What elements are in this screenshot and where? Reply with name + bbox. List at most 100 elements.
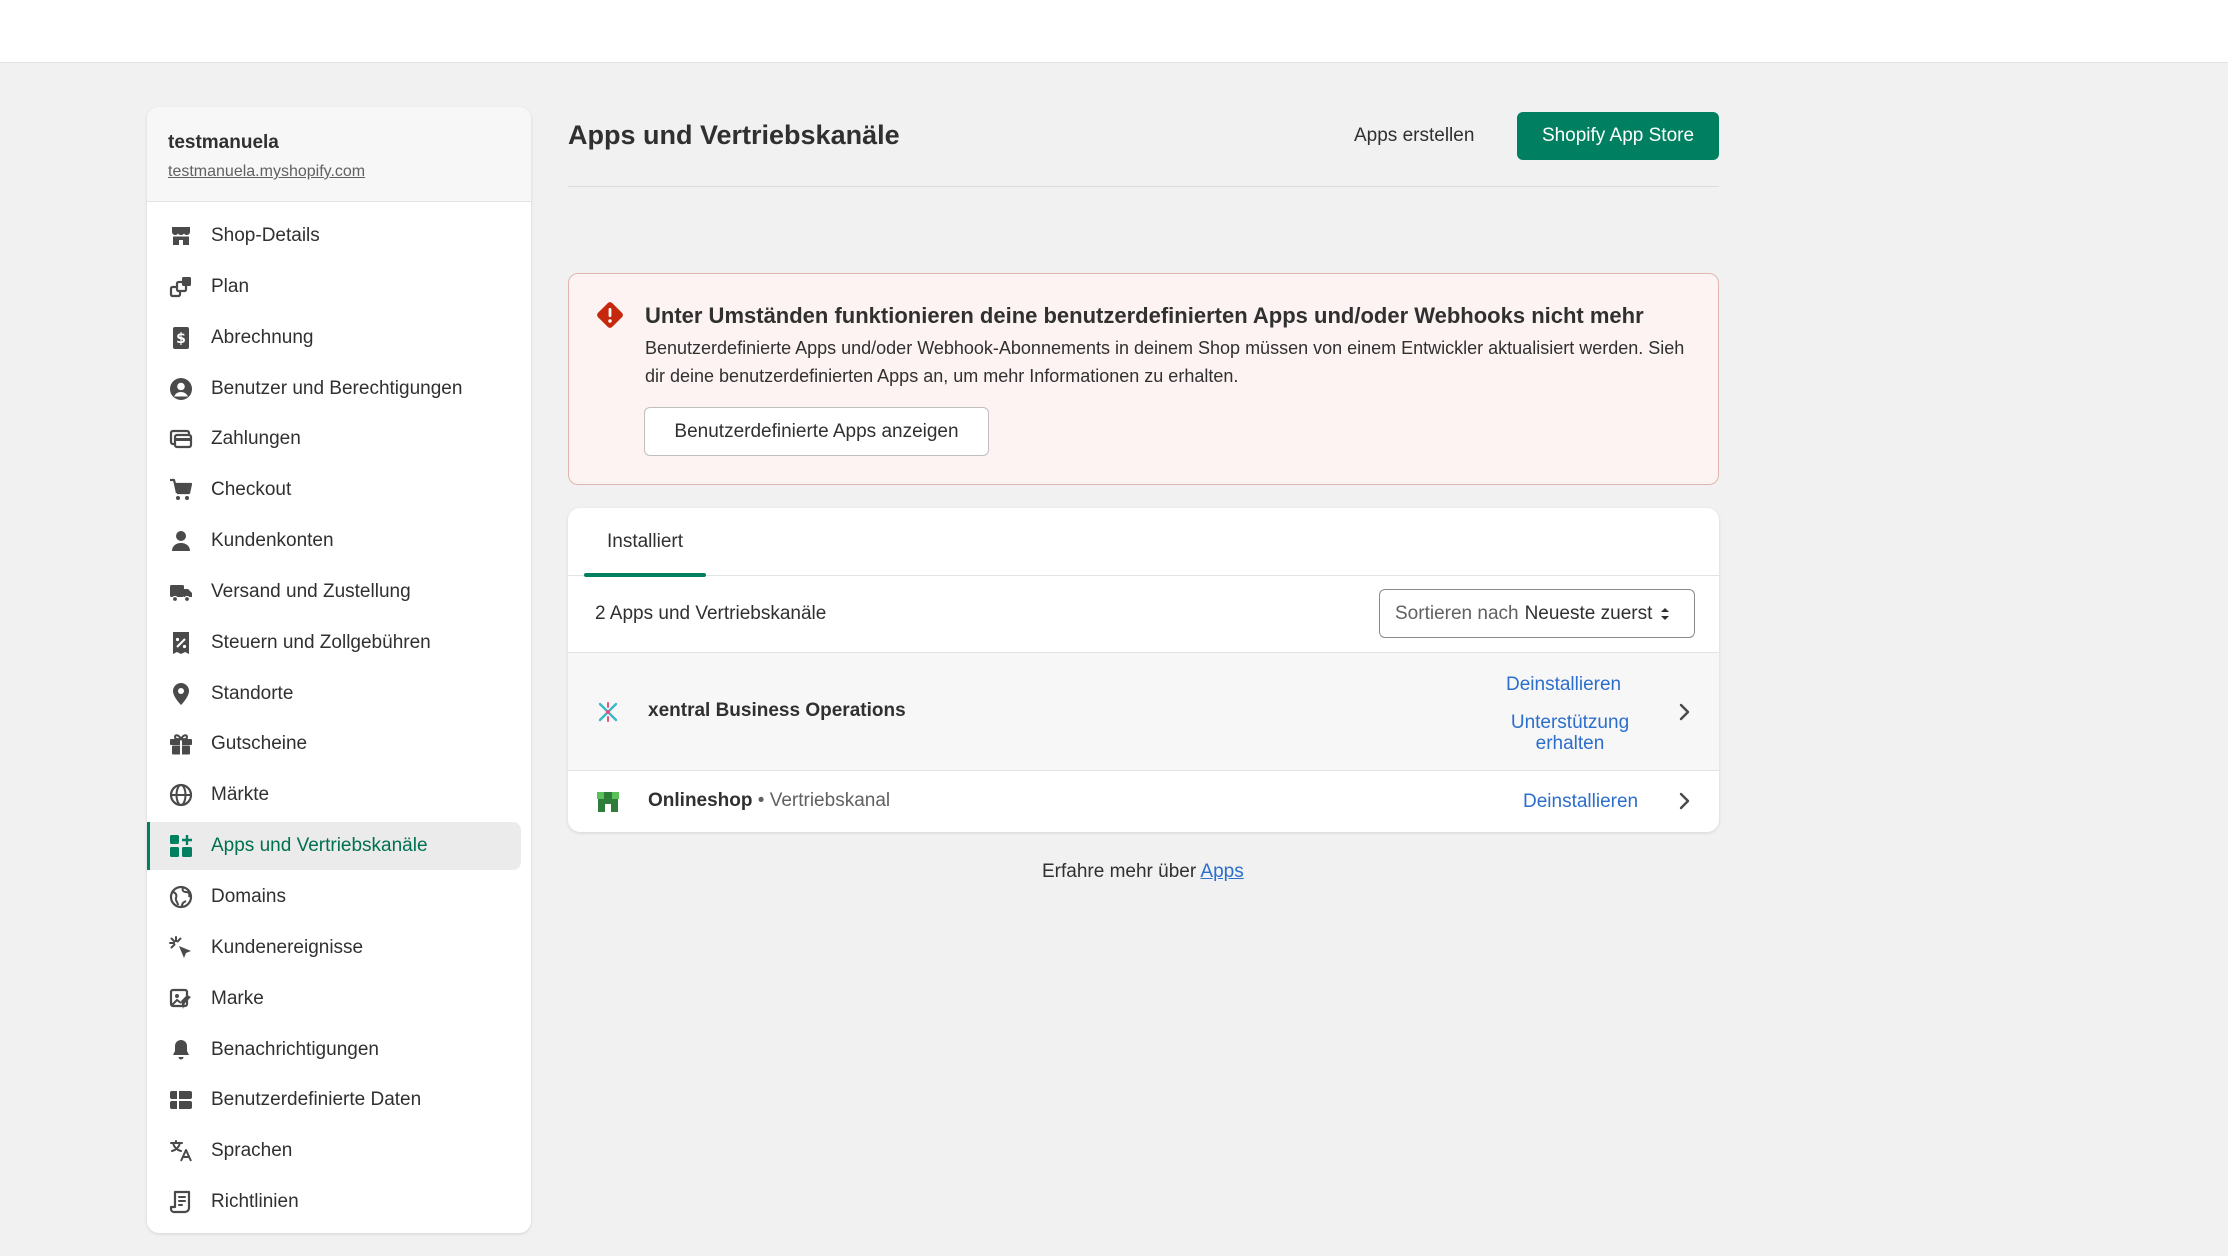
app-name-text: Onlineshop (648, 790, 753, 811)
sidebar-item-label: Kundenkonten (211, 530, 334, 552)
sidebar-item-locations[interactable]: Standorte (147, 670, 521, 718)
xentral-logo-icon (595, 699, 621, 730)
sidebar-item-label: Shop-Details (211, 225, 320, 246)
sidebar-item-languages[interactable]: Sprachen (147, 1127, 521, 1175)
policy-icon (168, 1189, 194, 1215)
metafields-icon (168, 1087, 194, 1113)
list-header: 2 Apps und Vertriebskanäle Sortieren nac… (568, 576, 1719, 653)
learn-more-text: Erfahre mehr über Apps (1042, 861, 1244, 883)
sidebar-item-label: Steuern und Zollgebühren (211, 631, 431, 653)
view-custom-apps-button[interactable]: Benutzerdefinierte Apps anzeigen (644, 407, 989, 456)
plan-icon (168, 274, 194, 300)
learn-more-apps-link[interactable]: Apps (1200, 861, 1243, 882)
uninstall-link[interactable]: Deinstallieren (1506, 674, 1621, 695)
sidebar-item-notifications[interactable]: Benachrichtigungen (147, 1026, 521, 1074)
app-type-label: • Vertriebskanal (757, 790, 891, 811)
page-title: Apps und Vertriebskanäle (568, 120, 900, 150)
sidebar-item-label: Kundenereignisse (211, 936, 364, 958)
sidebar-item-label: Standorte (211, 682, 294, 704)
sidebar-item-label: Domains (211, 885, 286, 907)
tab-installed[interactable]: Installiert (584, 508, 706, 577)
sidebar-item-policies[interactable]: Richtlinien (147, 1178, 521, 1226)
sidebar-item-label: Benachrichtigungen (211, 1038, 379, 1060)
settings-sidebar: testmanuela testmanuela.myshopify.com Sh… (147, 107, 531, 1233)
globe-icon (168, 782, 194, 808)
sidebar-item-customer-events[interactable]: Kundenereignisse (147, 924, 521, 972)
uninstall-link[interactable]: Deinstallieren (1523, 791, 1638, 812)
sidebar-item-label: Apps und Vertriebskanäle (211, 835, 428, 857)
person-icon (168, 528, 194, 554)
app-name: xentral Business Operations (648, 700, 906, 721)
chevron-right-icon[interactable] (1674, 789, 1694, 818)
sidebar-item-label: Versand und Zustellung (211, 580, 411, 602)
chevron-right-icon[interactable] (1674, 700, 1694, 729)
sidebar-item-label: Checkout (211, 479, 292, 501)
domains-icon (168, 884, 194, 910)
shop-name: testmanuela (168, 132, 279, 153)
translate-icon (168, 1138, 194, 1164)
sidebar-item-checkout[interactable]: Checkout (147, 466, 521, 514)
sidebar-item-plan[interactable]: Plan (147, 263, 521, 311)
sort-select[interactable]: Sortieren nach Neueste zuerst (1379, 589, 1695, 638)
apps-icon (168, 833, 194, 859)
sidebar-item-label: Gutscheine (211, 733, 308, 755)
brand-icon (168, 986, 194, 1012)
store-icon (168, 223, 194, 249)
payments-icon (168, 426, 194, 452)
sort-value: Neueste zuerst (1524, 602, 1653, 624)
user-circle-icon (168, 376, 194, 402)
sort-prefix: Sortieren nach (1395, 602, 1519, 624)
cursor-click-icon (168, 935, 194, 961)
sidebar-item-label: Benutzer und Berechtigungen (211, 377, 463, 399)
sidebar-item-taxes[interactable]: Steuern und Zollgebühren (147, 619, 521, 667)
svg-text:$: $ (176, 331, 186, 347)
bell-icon (168, 1037, 194, 1063)
sidebar-item-label: Zahlungen (211, 428, 301, 450)
select-arrows-icon (1660, 606, 1670, 622)
app-name: Onlineshop • Vertriebskanal (648, 790, 890, 812)
sidebar-item-customer-accounts[interactable]: Kundenkonten (147, 517, 521, 565)
top-bar (0, 0, 2228, 63)
sidebar-item-label: Plan (211, 275, 250, 297)
apps-count: 2 Apps und Vertriebskanäle (595, 603, 827, 624)
installed-apps-card: Installiert 2 Apps und Vertriebskanäle S… (568, 508, 1719, 832)
sidebar-item-label: Abrechnung (211, 326, 314, 348)
sidebar-item-label: Richtlinien (211, 1191, 299, 1213)
shop-header: testmanuela testmanuela.myshopify.com (147, 107, 531, 202)
sidebar-item-custom-data[interactable]: Benutzerdefinierte Daten (147, 1076, 521, 1124)
app-row-onlineshop[interactable]: Onlineshop • Vertriebskanal Deinstallier… (568, 771, 1719, 832)
sidebar-item-billing[interactable]: $ Abrechnung (147, 314, 521, 362)
billing-icon: $ (168, 325, 194, 351)
learn-more-label: Erfahre mehr über (1042, 861, 1197, 882)
sidebar-item-label: Märkte (211, 784, 270, 806)
shop-url-link[interactable]: testmanuela.myshopify.com (168, 163, 365, 181)
sidebar-item-apps[interactable]: Apps und Vertriebskanäle (147, 822, 521, 871)
alert-diamond-icon (595, 300, 625, 335)
settings-nav: Shop-Details Plan $ Abrechnung Benutzer … (147, 202, 531, 1226)
tab-bar: Installiert (568, 508, 1719, 577)
app-row-xentral[interactable]: xentral Business Operations Deinstallier… (568, 653, 1719, 771)
onlineshop-icon (595, 788, 621, 819)
banner-title: Unter Umständen funktionieren deine benu… (645, 303, 1644, 328)
tax-icon (168, 630, 194, 656)
sidebar-item-shipping[interactable]: Versand und Zustellung (147, 568, 521, 616)
sidebar-item-payments[interactable]: Zahlungen (147, 415, 521, 463)
sidebar-item-label: Benutzerdefinierte Daten (211, 1089, 422, 1111)
cart-icon (168, 477, 194, 503)
location-icon (168, 681, 194, 707)
sidebar-item-shop-details[interactable]: Shop-Details (147, 212, 521, 260)
sidebar-item-users[interactable]: Benutzer und Berechtigungen (147, 365, 521, 413)
sidebar-item-gift-cards[interactable]: Gutscheine (147, 720, 521, 768)
app-store-button[interactable]: Shopify App Store (1517, 112, 1719, 160)
sidebar-item-markets[interactable]: Märkte (147, 771, 521, 819)
support-link-line: Unterstützung (1510, 712, 1630, 733)
create-apps-button[interactable]: Apps erstellen (1340, 112, 1488, 160)
sidebar-item-label: Sprachen (211, 1140, 293, 1162)
truck-icon (168, 579, 194, 605)
support-link[interactable]: Unterstützung erhalten (1504, 712, 1636, 754)
sidebar-item-brand[interactable]: Marke (147, 975, 521, 1023)
sidebar-item-domains[interactable]: Domains (147, 873, 521, 921)
header-divider (568, 186, 1719, 187)
gift-icon (168, 731, 194, 757)
banner-text: Benutzerdefinierte Apps und/oder Webhook… (645, 338, 1685, 386)
